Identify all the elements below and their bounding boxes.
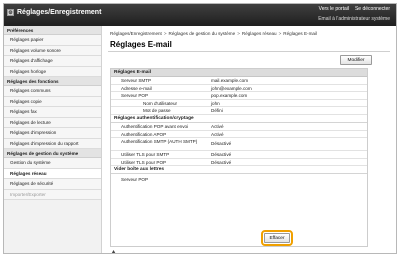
header-links: Vers le portail Se déconnecter xyxy=(319,6,390,12)
sidebar-item-security[interactable]: Réglages de sécurité xyxy=(4,179,101,190)
setting-row-password: Mot de passe Défini xyxy=(111,107,367,115)
setting-row-clear-pop: Serveur POP xyxy=(111,174,367,186)
setting-row-tls-smtp: Utiliser TLS pour SMTP Désactivé xyxy=(111,151,367,159)
setting-value: pop.example.com xyxy=(211,93,248,99)
sidebar-item-scan[interactable]: Réglages de lecture xyxy=(4,117,101,128)
setting-value: Activé xyxy=(211,123,224,129)
setting-row-username: Nom d'utilisateur john xyxy=(111,100,367,108)
breadcrumb-separator: > xyxy=(237,31,240,36)
sidebar-item-print[interactable]: Réglages d'impression xyxy=(4,128,101,139)
sidebar-section-functions: Réglages des fonctions xyxy=(4,77,101,86)
sidebar-item-system-management[interactable]: Gestion du système xyxy=(4,158,101,169)
breadcrumb-item[interactable]: Réglages/Enregistrement xyxy=(110,31,162,36)
sidebar-item-clock[interactable]: Réglages horloge xyxy=(4,66,101,77)
breadcrumb-separator: > xyxy=(163,31,167,36)
sidebar-item-copy[interactable]: Réglages copie xyxy=(4,96,101,107)
setting-row-tls-pop: Utiliser TLS pour POP Désactivé xyxy=(111,159,367,167)
browser-frame: ⚙ Réglages/Enregistrement Vers le portai… xyxy=(3,3,397,254)
sidebar-item-import-export[interactable]: Importer/Exporter xyxy=(4,189,101,200)
logout-link[interactable]: Se déconnecter xyxy=(355,6,390,12)
sidebar-item-common[interactable]: Réglages communs xyxy=(4,86,101,97)
breadcrumb-item[interactable]: Réglages de gestion du système xyxy=(169,31,236,36)
setting-label: Adresse e-mail xyxy=(121,85,152,91)
setting-value: Activé xyxy=(211,131,224,137)
setting-value: Désactivé xyxy=(211,140,232,146)
setting-label: Authentification APOP xyxy=(121,131,167,137)
setting-value: Désactivé xyxy=(211,159,232,165)
modify-button[interactable]: Modifier xyxy=(340,55,372,65)
auth-section-title: Réglages authentification/cryptage xyxy=(111,115,367,123)
sidebar-item-network[interactable]: Réglages réseau xyxy=(4,168,101,179)
panel-title: Réglages E-mail xyxy=(111,69,367,77)
settings-logo-icon: ⚙ xyxy=(7,9,14,16)
setting-label: Authentification SMTP (AUTH SMTP) xyxy=(121,139,198,145)
setting-value: john xyxy=(211,100,220,106)
setting-label: Nom d'utilisateur xyxy=(143,100,178,106)
app-header: ⚙ Réglages/Enregistrement Vers le portai… xyxy=(4,4,396,26)
setting-value: Défini xyxy=(211,108,223,114)
breadcrumb-item[interactable]: Réglages réseau xyxy=(242,31,277,36)
page-title: Réglages E-mail xyxy=(110,40,172,49)
main-content: Réglages/Enregistrement > Réglages de gest… xyxy=(102,26,396,253)
breadcrumb-current: Réglages E-mail xyxy=(283,31,317,36)
sidebar-section-system: Réglages de gestion du système xyxy=(4,149,101,158)
setting-value: Désactivé xyxy=(211,152,232,158)
divider xyxy=(108,51,390,52)
email-settings-panel: Réglages E-mail Serveur SMTP mail.exampl… xyxy=(110,68,368,247)
setting-row-email: Adresse e-mail john@example.com xyxy=(111,85,367,93)
sidebar-item-volume[interactable]: Réglages volume sonore xyxy=(4,45,101,56)
clear-button[interactable]: Effacer xyxy=(264,233,290,243)
setting-label: Serveur POP xyxy=(121,177,149,183)
setting-label: Utiliser TLS pour SMTP xyxy=(121,152,170,158)
setting-row-apop: Authentification APOP Activé xyxy=(111,131,367,139)
sidebar-item-paper[interactable]: Réglages papier xyxy=(4,35,101,46)
breadcrumb: Réglages/Enregistrement > Réglages de gest… xyxy=(110,31,390,36)
admin-email-link[interactable]: Email à l'administrateur système xyxy=(318,16,390,22)
setting-row-smtp: Serveur SMTP mail.example.com xyxy=(111,77,367,85)
clear-mailbox-section-title: Vider boîte aux lettres xyxy=(111,166,367,175)
setting-label: Serveur SMTP xyxy=(121,78,152,83)
setting-value: john@example.com xyxy=(211,85,252,91)
app-title: Réglages/Enregistrement xyxy=(17,9,102,16)
setting-label: Serveur POP xyxy=(121,93,149,99)
back-to-top-icon[interactable]: ⮝ xyxy=(111,250,116,253)
setting-label: Utiliser TLS pour POP xyxy=(121,159,167,165)
setting-row-smtp-auth: Authentification SMTP (AUTH SMTP) Désact… xyxy=(111,138,367,152)
breadcrumb-separator: > xyxy=(278,31,282,36)
setting-label: Mot de passe xyxy=(143,108,171,114)
portal-link[interactable]: Vers le portail xyxy=(319,6,349,12)
sidebar-item-display[interactable]: Réglages d'affichage xyxy=(4,56,101,67)
sidebar-item-fax[interactable]: Réglages fax xyxy=(4,107,101,118)
setting-value: mail.example.com xyxy=(211,78,249,83)
setting-row-pop-before-smtp: Authentification POP avant envoi Activé xyxy=(111,123,367,131)
sidebar: Préférences Réglages papier Réglages vol… xyxy=(4,26,102,253)
sidebar-section-preferences: Préférences xyxy=(4,26,101,35)
sidebar-item-report[interactable]: Réglages d'impression du rapport xyxy=(4,138,101,149)
setting-row-pop: Serveur POP pop.example.com xyxy=(111,92,367,100)
setting-label: Authentification POP avant envoi xyxy=(121,123,189,129)
